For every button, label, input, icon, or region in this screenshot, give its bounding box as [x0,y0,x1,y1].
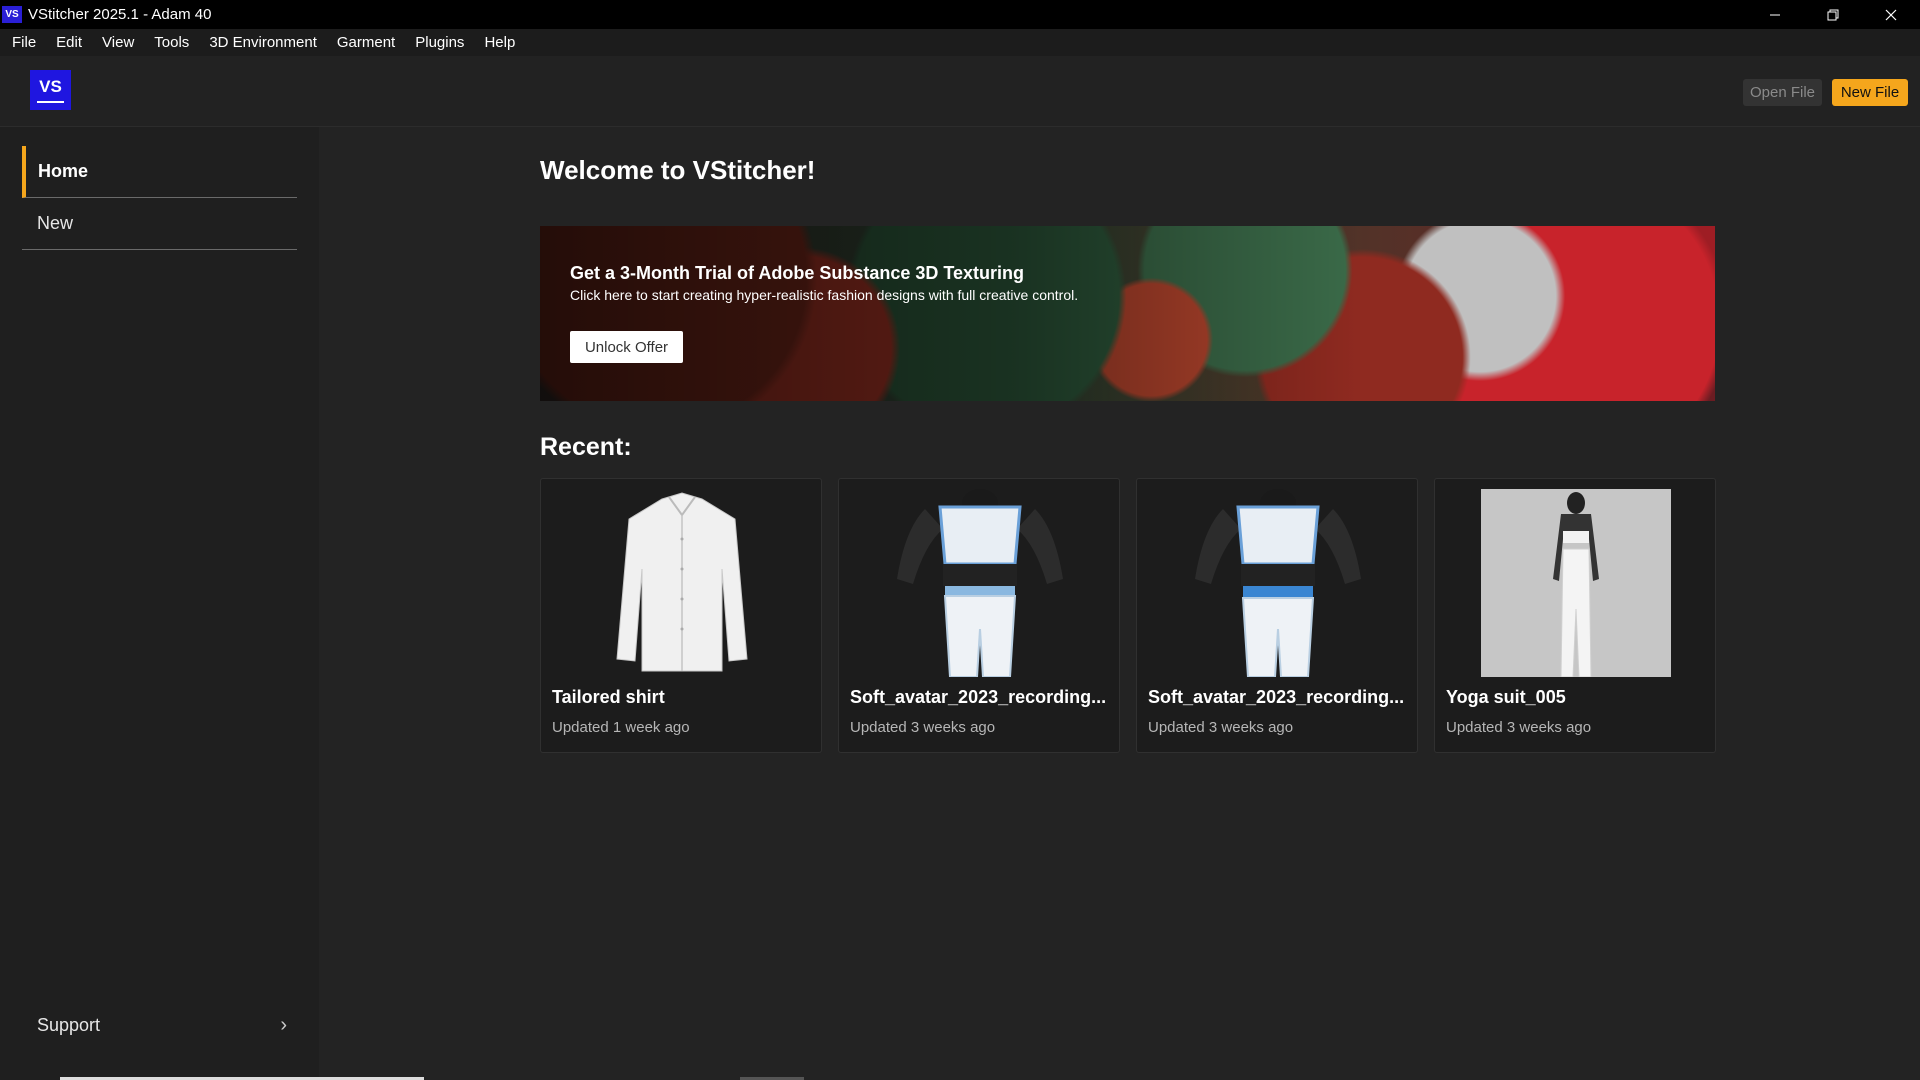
recent-card[interactable]: Tailored shirt Updated 1 week ago [540,478,822,753]
avatar-outfit-icon [1195,489,1361,677]
menu-garment[interactable]: Garment [327,29,405,56]
menu-edit[interactable]: Edit [46,29,92,56]
close-button[interactable] [1862,0,1920,29]
close-icon [1885,9,1897,20]
sidebar-item-new[interactable]: New [22,198,297,250]
figure-icon [1553,492,1599,677]
logo-underline [37,101,64,103]
shirt-thumbnail [587,489,777,677]
minimize-button[interactable] [1746,0,1804,29]
card-title: Yoga suit_005 [1446,687,1566,707]
yoga-suit-thumbnail [1481,489,1671,677]
support-label: Support [37,1014,101,1035]
card-updated: Updated 3 weeks ago [1148,719,1294,736]
title-bar: VS VStitcher 2025.1 - Adam 40 [0,0,1920,29]
sidebar-item-home[interactable]: Home [22,146,297,198]
unlock-offer-button[interactable]: Unlock Offer [570,331,683,363]
window-controls [1746,0,1920,29]
menu-view[interactable]: View [92,29,144,56]
window-title: VStitcher 2025.1 - Adam 40 [28,6,212,23]
recent-card[interactable]: Soft_avatar_2023_recording... Updated 3 … [838,478,1120,753]
app-header: VS Open File New File [0,56,1920,127]
menu-help[interactable]: Help [474,29,525,56]
restore-button[interactable] [1804,0,1862,29]
recent-heading: Recent: [540,433,632,461]
card-title: Tailored shirt [552,687,665,707]
avatar-outfit-thumbnail [885,489,1075,677]
vs-logo: VS [30,70,71,110]
card-title: Soft_avatar_2023_recording... [1148,687,1405,707]
card-title: Soft_avatar_2023_recording... [850,687,1107,707]
avatar-outfit-icon [897,489,1063,677]
banner-title: Get a 3-Month Trial of Adobe Substance 3… [570,263,1025,283]
card-updated: Updated 3 weeks ago [850,719,996,736]
menu-bar: File Edit View Tools 3D Environment Garm… [0,29,1920,56]
banner-subtitle: Click here to start creating hyper-reali… [570,287,1079,303]
promo-banner[interactable]: Get a 3-Month Trial of Adobe Substance 3… [540,226,1715,401]
app-icon: VS [2,6,22,23]
chevron-right-icon: › [280,1013,287,1036]
recent-files: Tailored shirt Updated 1 week ago Soft_a… [540,478,1716,753]
menu-3d-environment[interactable]: 3D Environment [199,29,327,56]
sidebar: Home New Support › [0,127,424,1080]
card-updated: Updated 1 week ago [552,719,690,736]
recent-card[interactable]: Soft_avatar_2023_recording... Updated 3 … [1136,478,1418,753]
restore-icon [1827,9,1839,20]
support-link[interactable]: Support › [22,1005,287,1045]
logo-text: VS [39,77,62,96]
shirt-icon [616,492,748,672]
page-title: Welcome to VStitcher! [540,155,816,185]
card-updated: Updated 3 weeks ago [1446,719,1592,736]
menu-file[interactable]: File [2,29,46,56]
menu-tools[interactable]: Tools [144,29,199,56]
minimize-icon [1770,14,1780,15]
new-file-button[interactable]: New File [1832,79,1908,106]
recent-card[interactable]: Yoga suit_005 Updated 3 weeks ago [1434,478,1716,753]
avatar-outfit-thumbnail [1183,489,1373,677]
open-file-button[interactable]: Open File [1743,79,1822,106]
menu-plugins[interactable]: Plugins [405,29,474,56]
